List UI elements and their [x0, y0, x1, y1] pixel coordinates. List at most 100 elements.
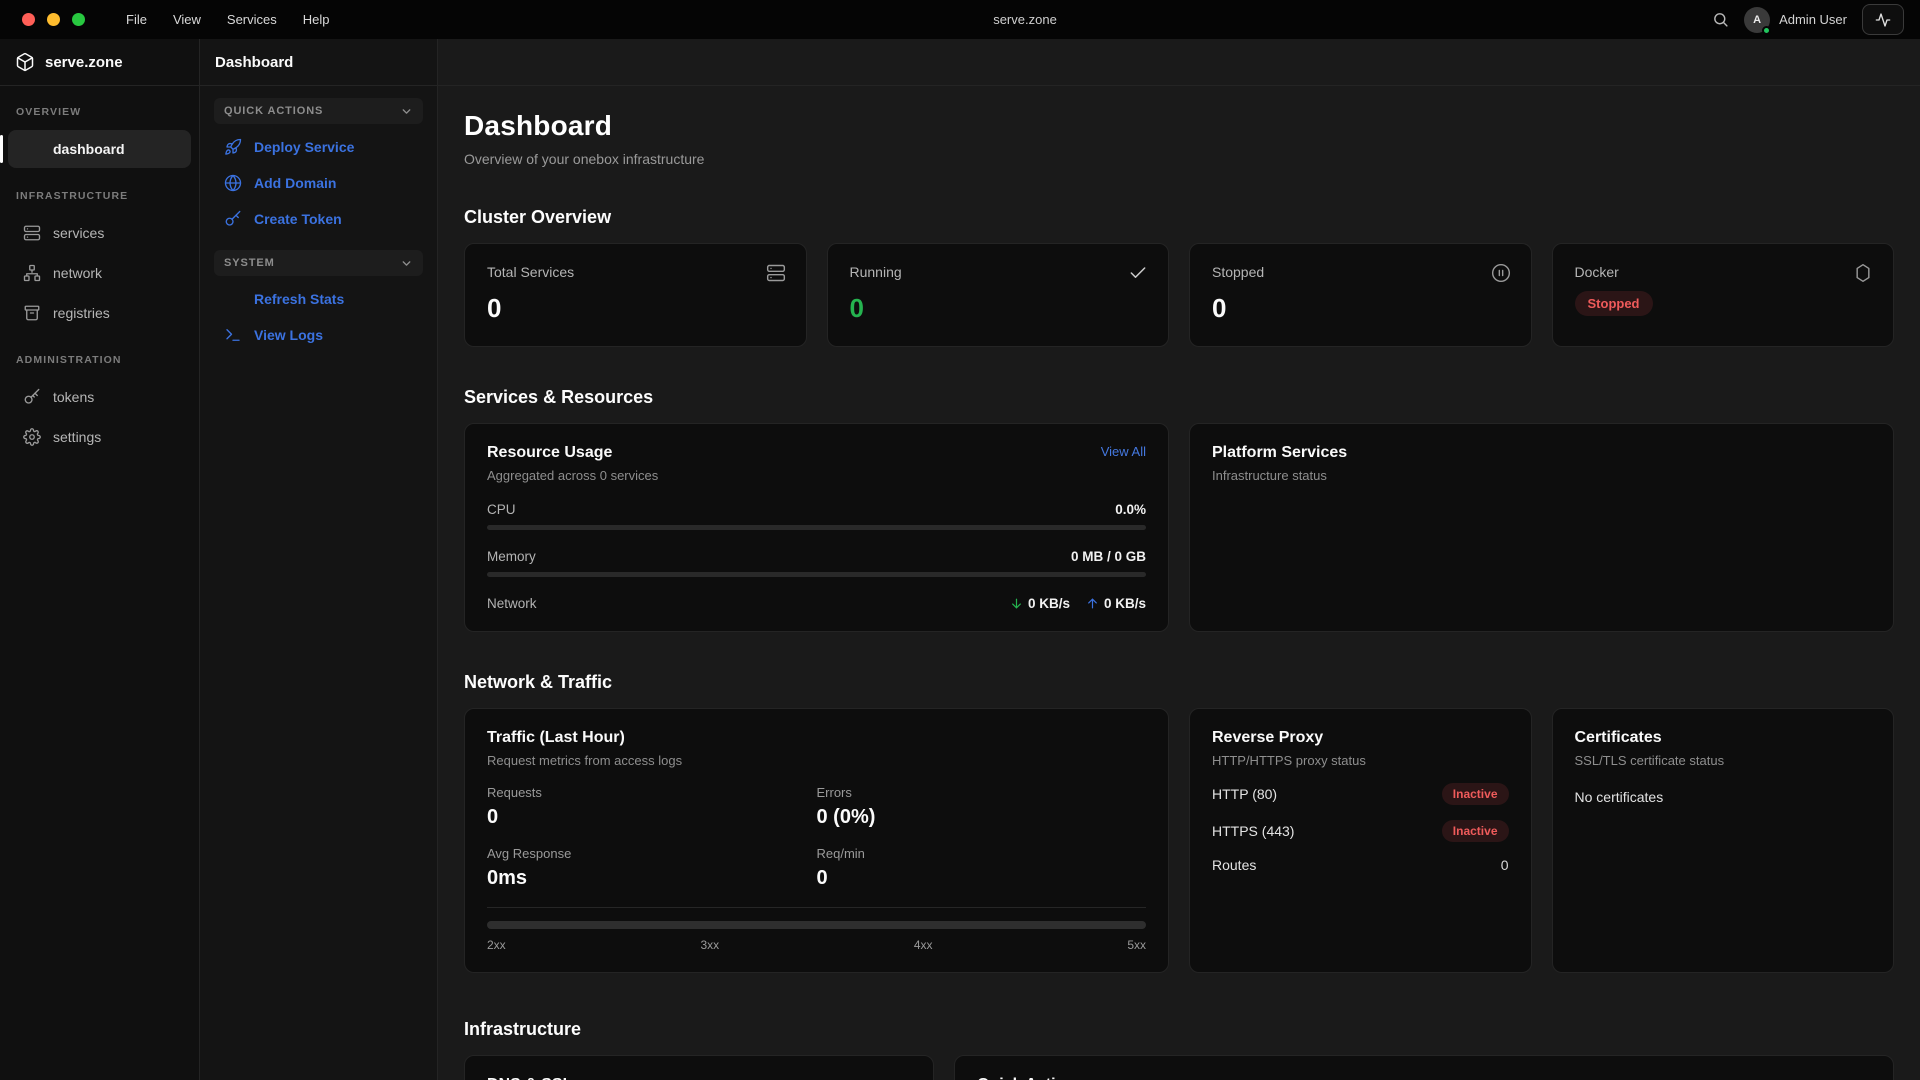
- sidebar-section-overview: Overview: [0, 86, 199, 128]
- action-view-logs[interactable]: View Logs: [214, 318, 423, 352]
- stat-label: Avg Response: [487, 846, 817, 861]
- stopped-card: Stopped 0: [1189, 243, 1532, 347]
- menu-services[interactable]: Services: [214, 7, 290, 32]
- sidebar-item-label: services: [53, 225, 104, 241]
- activity-button[interactable]: [1862, 4, 1904, 35]
- menu-help[interactable]: Help: [290, 7, 343, 32]
- key-icon: [23, 388, 41, 406]
- avatar[interactable]: A: [1744, 7, 1770, 33]
- stat-label: Stopped: [1212, 264, 1509, 280]
- memory-progress-bar: [487, 572, 1146, 577]
- stat-label: Requests: [487, 785, 817, 800]
- context-panel: Dashboard Quick Actions Deploy Service A…: [200, 39, 438, 1080]
- memory-value: 0 MB / 0 GB: [1071, 549, 1146, 564]
- network-traffic-heading: Network & Traffic: [464, 672, 1894, 693]
- brand-header: serve.zone: [0, 39, 199, 86]
- stat-label: Running: [850, 264, 1147, 280]
- sidebar-section-infrastructure: Infrastructure: [0, 170, 199, 212]
- status-5xx-label: 5xx: [1127, 938, 1146, 952]
- window-title: serve.zone: [993, 12, 1057, 27]
- action-deploy-service[interactable]: Deploy Service: [214, 130, 423, 164]
- action-refresh-stats[interactable]: Refresh Stats: [214, 282, 423, 316]
- brand-name: serve.zone: [45, 54, 123, 71]
- arrow-down-icon: [1010, 597, 1023, 610]
- check-icon: [1128, 263, 1148, 283]
- card-title: Resource Usage: [487, 444, 612, 462]
- view-all-link[interactable]: View All: [1101, 444, 1146, 459]
- activity-icon: [1875, 12, 1891, 28]
- routes-label: Routes: [1212, 857, 1256, 873]
- zoom-window-button[interactable]: [72, 13, 85, 26]
- routes-row: Routes 0: [1212, 857, 1509, 873]
- sidebar-item-tokens[interactable]: tokens: [8, 378, 191, 416]
- card-subtitle: HTTP/HTTPS proxy status: [1212, 753, 1509, 768]
- sidebar-item-settings[interactable]: settings: [8, 418, 191, 456]
- no-certificates-text: No certificates: [1575, 789, 1872, 805]
- status-4xx-label: 4xx: [914, 938, 933, 952]
- pause-circle-icon: [1491, 263, 1511, 283]
- stat-value: 0: [850, 293, 1147, 324]
- errors-stat: Errors 0 (0%): [817, 785, 1147, 829]
- sidebar-item-services[interactable]: services: [8, 214, 191, 252]
- sidebar-item-label: network: [53, 265, 102, 281]
- sidebar-item-label: tokens: [53, 389, 94, 405]
- user-menu[interactable]: A Admin User: [1744, 7, 1847, 33]
- search-icon[interactable]: [1712, 11, 1729, 28]
- stat-value: 0 (0%): [817, 806, 1147, 829]
- cpu-progress-bar: [487, 525, 1146, 530]
- close-window-button[interactable]: [22, 13, 35, 26]
- card-title: DNS & SSL: [487, 1076, 911, 1080]
- action-add-domain[interactable]: Add Domain: [214, 166, 423, 200]
- quick-actions-card: Quick Actions Common tasks and shortcuts: [954, 1055, 1894, 1080]
- stat-label: Total Services: [487, 264, 784, 280]
- menu-bar: File View Services Help: [113, 7, 343, 32]
- globe-icon: [224, 174, 242, 192]
- dns-ssl-card: DNS & SSL Configuration status: [464, 1055, 934, 1080]
- sidebar-item-network[interactable]: network: [8, 254, 191, 292]
- running-card: Running 0: [827, 243, 1170, 347]
- reverse-proxy-card: Reverse Proxy HTTP/HTTPS proxy status HT…: [1189, 708, 1532, 973]
- main-topbar: [438, 39, 1920, 86]
- action-label: Create Token: [254, 211, 342, 227]
- server-icon: [766, 263, 786, 283]
- sidebar-item-dashboard[interactable]: dashboard: [8, 130, 191, 168]
- network-icon: [23, 264, 41, 282]
- card-title: Certificates: [1575, 729, 1872, 747]
- card-title: Reverse Proxy: [1212, 729, 1509, 747]
- action-create-token[interactable]: Create Token: [214, 202, 423, 236]
- sidebar-item-label: dashboard: [53, 141, 125, 157]
- action-label: Refresh Stats: [254, 291, 344, 307]
- group-quick-actions[interactable]: Quick Actions: [214, 98, 423, 124]
- archive-box-icon: [23, 304, 41, 322]
- sidebar-item-registries[interactable]: registries: [8, 294, 191, 332]
- key-icon: [224, 210, 242, 228]
- card-subtitle: Infrastructure status: [1212, 468, 1871, 483]
- traffic-card: Traffic (Last Hour) Request metrics from…: [464, 708, 1169, 973]
- avatar-initial: A: [1753, 14, 1761, 26]
- stat-value: 0: [487, 806, 817, 829]
- services-resources-heading: Services & Resources: [464, 387, 1894, 408]
- gear-icon: [23, 428, 41, 446]
- stat-value: 0ms: [487, 867, 817, 890]
- server-icon: [23, 224, 41, 242]
- network-up-value: 0 KB/s: [1104, 596, 1146, 611]
- hexagon-icon: [1853, 263, 1873, 283]
- sidebar-item-label: settings: [53, 429, 101, 445]
- cluster-overview-heading: Cluster Overview: [464, 207, 1894, 228]
- menu-view[interactable]: View: [160, 7, 214, 32]
- group-label: System: [224, 257, 275, 269]
- stat-value: 0: [487, 293, 784, 324]
- docker-status-badge: Stopped: [1575, 291, 1653, 316]
- user-name: Admin User: [1779, 12, 1847, 27]
- rocket-icon: [224, 138, 242, 156]
- group-system[interactable]: System: [214, 250, 423, 276]
- divider: [487, 907, 1146, 908]
- stat-label: Docker: [1575, 264, 1872, 280]
- total-services-card: Total Services 0: [464, 243, 807, 347]
- resource-usage-card: Resource Usage View All Aggregated acros…: [464, 423, 1169, 632]
- https-row: HTTPS (443) Inactive: [1212, 820, 1509, 842]
- card-title: Quick Actions: [977, 1076, 1871, 1080]
- menu-file[interactable]: File: [113, 7, 160, 32]
- status-2xx-label: 2xx: [487, 938, 506, 952]
- minimize-window-button[interactable]: [47, 13, 60, 26]
